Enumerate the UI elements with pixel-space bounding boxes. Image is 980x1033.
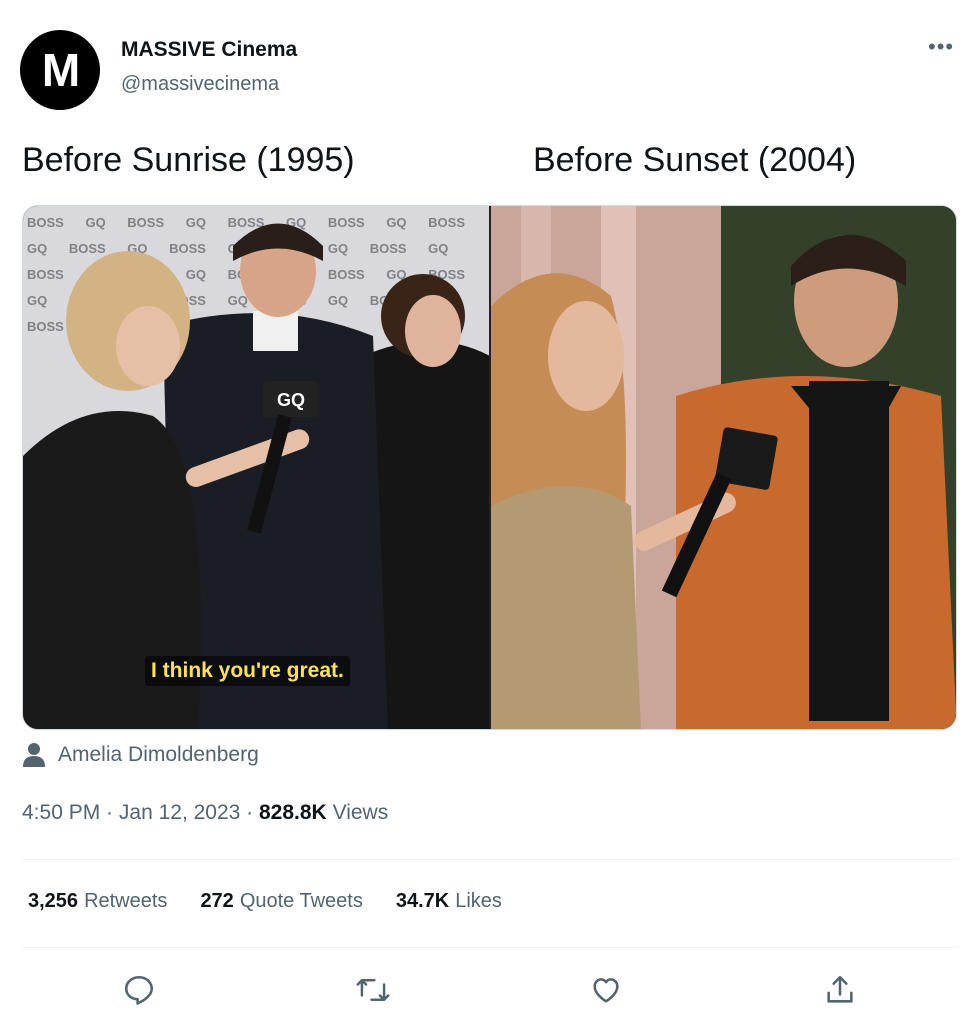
share-icon	[827, 975, 853, 1003]
meta-separator: ·	[100, 801, 119, 824]
quotes-stat[interactable]: 272 Quote Tweets	[200, 890, 362, 913]
retweet-button[interactable]	[256, 968, 490, 1012]
video-caption: I think you're great.	[145, 656, 350, 686]
media-image-left[interactable]: BOSS GQ BOSS GQ BOSS GQ BOSS GQ BOSS GQ …	[23, 206, 489, 729]
right-scene	[491, 206, 956, 729]
retweets-label: Retweets	[84, 890, 168, 912]
avatar-letter: M	[41, 44, 80, 96]
avatar[interactable]: M	[20, 30, 100, 110]
tweet-text-right: Before Sunset (2004)	[533, 141, 857, 179]
tweet-meta: 4:50 PM · Jan 12, 2023 · 828.8K Views	[22, 801, 388, 825]
author-name[interactable]: MASSIVE Cinema	[121, 38, 297, 62]
likes-label: Likes	[455, 890, 502, 912]
heart-icon	[593, 978, 619, 1003]
media-credit[interactable]: Amelia Dimoldenberg	[22, 742, 259, 768]
tweet-time[interactable]: 4:50 PM	[22, 801, 100, 824]
share-button[interactable]	[723, 968, 957, 1012]
likes-count: 34.7K	[395, 890, 450, 912]
meta-separator-2: ·	[240, 801, 259, 824]
media-credit-name: Amelia Dimoldenberg	[58, 743, 259, 766]
divider	[22, 859, 957, 860]
like-button[interactable]	[490, 968, 724, 1012]
tweet-date[interactable]: Jan 12, 2023	[119, 801, 240, 824]
engagement-stats: 3,256 Retweets 272 Quote Tweets 34.7K Likes	[28, 890, 502, 913]
more-options-icon[interactable]: •••	[928, 34, 954, 60]
tweet-text-left: Before Sunrise (1995)	[22, 141, 355, 179]
author-handle[interactable]: @massivecinema	[121, 73, 279, 96]
quotes-count: 272	[200, 890, 234, 912]
media-image-right[interactable]	[491, 206, 956, 729]
retweets-stat[interactable]: 3,256 Retweets	[28, 890, 167, 913]
person-icon	[23, 743, 45, 767]
left-scene: GQ	[23, 223, 489, 729]
retweet-icon	[356, 979, 390, 1001]
views-count: 828.8K	[259, 801, 327, 824]
divider-2	[22, 947, 957, 948]
tweet-media[interactable]: BOSS GQ BOSS GQ BOSS GQ BOSS GQ BOSS GQ …	[22, 205, 957, 730]
views-label: Views	[332, 801, 389, 824]
reply-icon	[124, 975, 153, 1005]
likes-stat[interactable]: 34.7K Likes	[396, 890, 502, 913]
quotes-label: Quote Tweets	[239, 890, 363, 912]
action-bar	[22, 968, 957, 1012]
retweets-count: 3,256	[28, 890, 79, 912]
reply-button[interactable]	[22, 968, 256, 1012]
mic-label: GQ	[277, 390, 305, 410]
